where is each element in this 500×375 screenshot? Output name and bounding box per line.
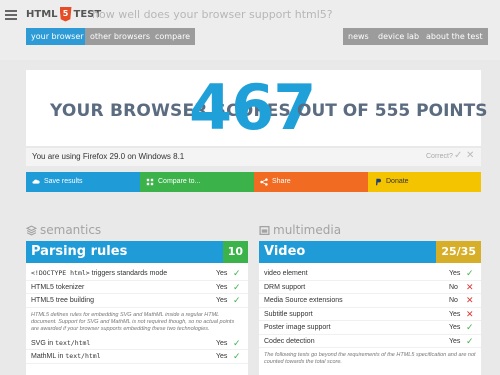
grid-icon [146,178,154,186]
test-row: HTML5 tree building Yes ✓ [26,294,248,308]
tab-compare[interactable]: compare [150,28,196,45]
doctype-code: <!DOCTYPE html> [31,269,90,277]
logo-html-text: HTML [26,8,58,20]
video-title: Video [264,244,306,259]
test-result: Yes [449,310,461,318]
parsing-rules-score: 10 [222,241,248,263]
cross-icon: ✕ [466,295,474,305]
video-score: 25/35 [436,241,481,263]
mime-code: text/html [55,338,91,347]
menu-icon[interactable] [5,10,17,20]
video-note: The following tests go beyond the requir… [264,352,476,365]
check-icon: ✓ [466,268,474,278]
check-icon: ✓ [233,268,241,278]
category-semantics: semantics [26,223,101,237]
share-label: Share [272,178,291,185]
score-suffix: OUT OF 555 POINTS [297,101,488,121]
test-row: HTML5 tokenizer Yes ✓ [26,281,248,294]
test-row: Poster image support Yes ✓ [259,321,481,335]
test-row: video element Yes ✓ [259,267,481,281]
multimedia-icon [259,225,270,235]
share-icon [260,178,268,186]
test-row-label: DRM support [264,283,306,291]
test-result: Yes [216,297,228,304]
donate-label: Donate [386,178,409,185]
check-icon[interactable]: ✓ [454,150,462,161]
browser-info-text: You are using Firefox 29.0 on Windows 8.… [32,152,185,161]
compare-to-button[interactable]: Compare to... [140,172,254,192]
semantics-icon [26,224,37,236]
html5-shield-icon: 5 [59,6,72,22]
tab-device-lab[interactable]: device lab [373,28,425,45]
tagline: how well does your browser support html5… [92,8,333,21]
test-row-label: Media Source extensions [264,297,343,304]
tab-your-browser[interactable]: your browser [26,28,89,45]
test-row-label: Codec detection [264,337,315,345]
test-row-label: MathML in [31,353,66,360]
test-row-label: video element [264,270,308,277]
category-semantics-label: semantics [40,223,102,237]
cross-icon: ✕ [466,308,474,319]
site-header: HTML 5 TEST how well does your browser s… [0,0,500,60]
test-row: Media Source extensions No ✕ [259,294,481,308]
check-icon: ✓ [233,351,241,361]
cross-icon: ✕ [466,281,474,292]
category-multimedia: multimedia [259,223,341,237]
tab-other-browsers[interactable]: other browsers [85,28,156,45]
test-result: No [449,297,458,304]
check-icon: ✓ [233,281,241,292]
test-row: DRM support No ✕ [259,281,481,294]
tab-news[interactable]: news [343,28,374,45]
test-result: Yes [449,337,461,345]
video-panel: Video 25/35 video element Yes ✓ DRM supp… [259,241,481,375]
save-results-button[interactable]: Save results [26,172,140,192]
test-result: Yes [216,339,228,347]
category-multimedia-label: multimedia [273,223,342,237]
check-icon: ✓ [233,337,241,348]
parsing-rules-header[interactable]: Parsing rules 10 [26,241,248,263]
test-row-label: Subtitle support [264,310,313,318]
test-row-label: SVG in [31,339,56,347]
test-result: Yes [216,283,228,291]
cloud-upload-icon [32,179,40,184]
correct-label: Correct? [426,153,453,160]
test-row: <!DOCTYPE html> triggers standards mode … [26,267,248,281]
test-row-label: Poster image support [264,324,331,331]
mime-code: text/html [65,352,101,360]
parsing-rules-title: Parsing rules [31,244,128,259]
test-row-label: HTML5 tokenizer [31,283,85,291]
save-results-label: Save results [44,178,83,185]
parsing-rules-panel: Parsing rules 10 <!DOCTYPE html> trigger… [26,241,248,375]
html5test-logo[interactable]: HTML 5 TEST [26,5,101,23]
test-result: Yes [449,270,461,277]
check-icon: ✓ [466,335,474,346]
video-header[interactable]: Video 25/35 [259,241,481,263]
compare-to-label: Compare to... [158,178,201,185]
score-panel: YOUR BROWSER SCORES 467 OUT OF 555 POINT… [26,70,487,146]
test-row: SVG in text/html Yes ✓ [26,337,248,350]
check-icon: ✓ [466,322,474,332]
test-result: Yes [216,353,228,360]
parsing-note: HTML5 defines rules for embedding SVG an… [31,311,235,332]
test-row: Codec detection Yes ✓ [259,335,481,348]
share-button[interactable]: Share [254,172,368,192]
tab-about[interactable]: about the test [421,28,488,45]
test-row: MathML in text/html Yes ✓ [26,350,248,364]
donate-button[interactable]: Donate [368,172,481,192]
test-result: Yes [449,324,461,331]
test-row-label: HTML5 tree building [31,297,95,304]
test-row: Subtitle support Yes ✕ [259,308,481,321]
paypal-icon [376,178,381,186]
test-result: Yes [216,270,228,277]
test-row-label: triggers standards mode [89,270,168,277]
check-icon: ✓ [233,295,241,305]
browser-info-bar: You are using Firefox 29.0 on Windows 8.… [26,148,481,166]
test-result: No [449,283,458,291]
close-icon[interactable]: ✕ [466,150,474,161]
